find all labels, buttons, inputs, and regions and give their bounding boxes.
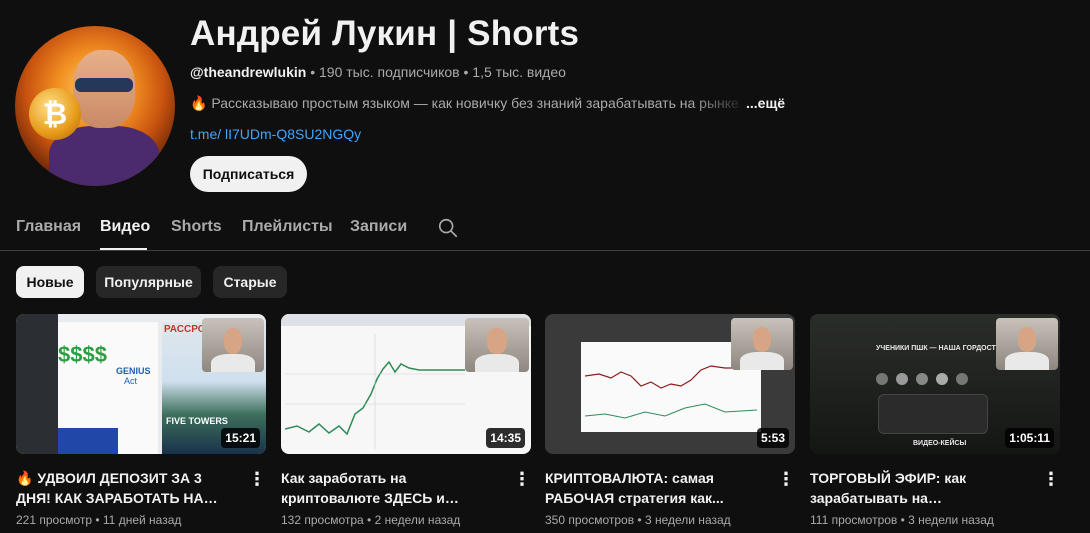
video-card[interactable]: УЧЕНИКИ ПШК — НАША ГОРДОСТЬ ВИДЕО-КЕЙСЫ …: [810, 314, 1060, 527]
thumb-blue-block: [58, 428, 118, 454]
thumb-card: [878, 394, 988, 434]
channel-handle: @theandrewlukin: [190, 64, 307, 80]
video-meta: 221 просмотр • 11 дней назад: [16, 513, 182, 527]
video-title[interactable]: ТОРГОВЫЙ ЭФИР: как зарабатывать на крипт…: [810, 468, 1032, 508]
thumb-webcam: [202, 318, 264, 372]
chip-popular[interactable]: Популярные: [96, 266, 201, 298]
video-title[interactable]: КРИПТОВАЛЮТА: самая РАБОЧАЯ стратегия ка…: [545, 468, 767, 508]
search-icon[interactable]: [437, 217, 459, 239]
video-duration: 15:21: [221, 428, 260, 448]
video-card[interactable]: $$$$ GENIUS Act РАССРОЧКА FIVE TOWERS 15…: [16, 314, 266, 527]
channel-title: Андрей Лукин | Shorts: [190, 14, 580, 53]
thumb-act: Act: [124, 376, 138, 386]
bitcoin-icon: ₿: [29, 88, 81, 140]
channel-stats: • 190 тыс. подписчиков • 1,5 тыс. видео: [306, 64, 566, 80]
more-link[interactable]: ...ещё: [746, 95, 785, 111]
channel-meta: @theandrewlukin • 190 тыс. подписчиков •…: [190, 64, 566, 80]
tab-playlists[interactable]: Плейлисты: [242, 218, 333, 236]
video-duration: 14:35: [486, 428, 525, 448]
video-thumbnail[interactable]: 5:53: [545, 314, 795, 454]
video-thumbnail[interactable]: УЧЕНИКИ ПШК — НАША ГОРДОСТЬ ВИДЕО-КЕЙСЫ …: [810, 314, 1060, 454]
more-vert-icon[interactable]: ⋮: [248, 470, 266, 490]
thumb-sidebar: [16, 314, 58, 454]
video-meta: 111 просмотров • 3 недели назад: [810, 513, 994, 527]
video-duration: 1:05:11: [1005, 428, 1054, 448]
thumb-webcam: [731, 318, 793, 370]
thumb-header: УЧЕНИКИ ПШК — НАША ГОРДОСТЬ: [876, 345, 1001, 352]
more-vert-icon[interactable]: ⋮: [777, 470, 795, 490]
tab-posts[interactable]: Записи: [350, 218, 407, 236]
thumb-dollars: $$$$: [58, 342, 107, 367]
more-vert-icon[interactable]: ⋮: [1042, 470, 1060, 490]
active-tab-indicator: [100, 248, 147, 250]
avatar-glasses: [75, 78, 133, 92]
thumb-avatars: [876, 372, 1006, 390]
more-vert-icon[interactable]: ⋮: [513, 470, 531, 490]
thumb-webcam: [465, 318, 529, 372]
tab-videos[interactable]: Видео: [100, 218, 150, 236]
tab-home[interactable]: Главная: [16, 218, 81, 236]
video-card[interactable]: 14:35 Как заработать на криптовалюте ЗДЕ…: [281, 314, 531, 527]
chip-oldest[interactable]: Старые: [213, 266, 287, 298]
thumb-genius: GENIUS: [116, 366, 151, 376]
subscribe-button[interactable]: Подписаться: [190, 156, 307, 192]
description-fade: [690, 92, 750, 114]
channel-tabs: Главная Видео Shorts Плейлисты Записи: [0, 208, 1090, 251]
tab-shorts[interactable]: Shorts: [171, 218, 222, 236]
thumb-towers: FIVE TOWERS: [166, 416, 228, 426]
video-meta: 350 просмотров • 3 недели назад: [545, 513, 731, 527]
thumb-footer: ВИДЕО-КЕЙСЫ: [913, 440, 967, 447]
chip-newest[interactable]: Новые: [16, 266, 84, 298]
channel-avatar[interactable]: ₿: [15, 26, 175, 186]
channel-external-link[interactable]: t.me/ lI7UDm-Q8SU2NGQy: [190, 126, 361, 142]
video-card[interactable]: 5:53 КРИПТОВАЛЮТА: самая РАБОЧАЯ стратег…: [545, 314, 795, 527]
video-title[interactable]: Как заработать на криптовалюте ЗДЕСЬ и С…: [281, 468, 503, 508]
video-title[interactable]: 🔥 УДВОИЛ ДЕПОЗИТ ЗА 3 ДНЯ! КАК ЗАРАБОТАТ…: [16, 468, 238, 508]
thumb-webcam: [996, 318, 1058, 370]
video-thumbnail[interactable]: 14:35: [281, 314, 531, 454]
thumb-candle-chart: [285, 334, 465, 449]
video-meta: 132 просмотра • 2 недели назад: [281, 513, 461, 527]
video-duration: 5:53: [756, 428, 789, 448]
channel-description[interactable]: 🔥 Рассказываю простым языком — как нович…: [190, 95, 750, 112]
video-thumbnail[interactable]: $$$$ GENIUS Act РАССРОЧКА FIVE TOWERS 15…: [16, 314, 266, 454]
